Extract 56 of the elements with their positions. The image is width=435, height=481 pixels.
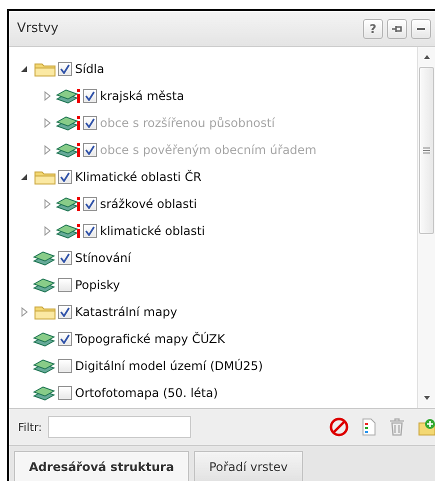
checkbox[interactable]	[58, 250, 72, 264]
layers-info-icon	[55, 88, 81, 104]
layer-label[interactable]: Sídla	[75, 62, 104, 76]
help-button[interactable]: ?	[363, 18, 383, 38]
add-folder-icon[interactable]	[418, 418, 435, 436]
layers-info-icon	[55, 196, 81, 212]
layers-icon	[32, 276, 56, 292]
tab[interactable]: Adresářová struktura	[14, 451, 190, 481]
layer-label[interactable]: Popisky	[75, 278, 120, 292]
layer-label[interactable]: Klimatické oblasti ČR	[75, 170, 202, 184]
checkbox[interactable]	[58, 358, 72, 372]
collapse-arrow-icon[interactable]	[20, 64, 28, 72]
filter-field[interactable]	[48, 416, 191, 438]
tab[interactable]: Pořadí vrstev	[194, 451, 303, 481]
checkbox[interactable]	[83, 196, 97, 210]
layers-info-icon	[55, 114, 81, 130]
folder-icon	[34, 168, 56, 184]
layers-icon	[32, 384, 56, 400]
checkbox[interactable]	[58, 62, 72, 76]
checkbox[interactable]	[58, 304, 72, 318]
layers-icon	[32, 250, 56, 266]
folder-icon	[34, 60, 56, 76]
layer-label[interactable]: Stínování	[75, 250, 131, 264]
pin-icon	[391, 24, 403, 34]
layer-label[interactable]: srážkové oblasti	[100, 196, 197, 210]
grip-icon	[423, 147, 430, 154]
clear-icon[interactable]	[329, 417, 349, 437]
expand-arrow-icon[interactable]	[44, 198, 50, 208]
checkbox[interactable]	[83, 88, 97, 102]
layer-label[interactable]: Ortofotomapa (50. léta)	[75, 386, 218, 400]
checkbox[interactable]	[58, 332, 72, 346]
layer-label[interactable]: Digitální model území (DMÚ25)	[75, 358, 263, 372]
layer-label[interactable]: Katastrální mapy	[75, 304, 178, 318]
layers-info-icon	[55, 222, 81, 238]
layer-label[interactable]: krajská města	[100, 88, 184, 102]
scrollbar[interactable]	[417, 47, 435, 408]
layers-icon	[32, 330, 56, 346]
collapse-arrow-icon[interactable]	[20, 172, 28, 180]
expand-arrow-icon[interactable]	[44, 226, 50, 236]
layers-info-icon	[55, 142, 81, 158]
minimize-icon	[416, 26, 426, 30]
panel-title: Vrstvy	[17, 21, 60, 36]
expand-arrow-icon[interactable]	[20, 306, 28, 316]
layer-label[interactable]: klimatické oblasti	[100, 224, 205, 238]
checkbox[interactable]	[58, 386, 72, 400]
folder-icon	[34, 304, 56, 320]
document-icon[interactable]	[362, 418, 376, 436]
layer-label[interactable]: Topografické mapy ČÚZK	[75, 332, 225, 346]
expand-arrow-icon[interactable]	[44, 90, 50, 100]
layers-icon	[32, 358, 56, 374]
minimize-button[interactable]	[411, 18, 431, 38]
checkbox[interactable]	[83, 224, 97, 238]
filter-label: Filtr:	[18, 420, 42, 434]
pin-button[interactable]	[387, 18, 407, 38]
checkbox[interactable]	[58, 170, 72, 184]
checkbox[interactable]	[58, 278, 72, 292]
